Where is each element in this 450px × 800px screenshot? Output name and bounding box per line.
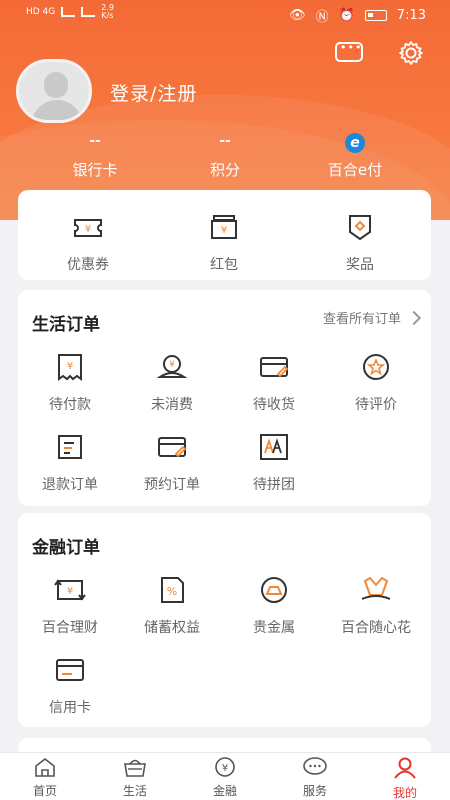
eye-icon: 👁 — [289, 8, 306, 23]
finance-savings[interactable]: % 储蓄权益 — [122, 575, 222, 637]
stat-value: -- — [219, 133, 231, 149]
coupon-label: 优惠券 — [67, 257, 109, 273]
tab-finance[interactable]: ¥ 金融 — [185, 757, 265, 799]
svg-text:%: % — [167, 585, 177, 598]
reservation-icon — [158, 437, 187, 458]
order-pending-payment[interactable]: ¥ 待付款 — [20, 352, 120, 414]
finance-wealth-management[interactable]: ¥ 百合理财 — [20, 575, 120, 637]
avatar[interactable] — [16, 59, 92, 123]
pending-review-icon — [363, 354, 389, 380]
order-pending-review[interactable]: 待评价 — [326, 352, 426, 414]
stat-value: -- — [89, 133, 101, 149]
hd-signal-icon: HD 4G — [26, 7, 56, 17]
wealth-management-icon: ¥ — [54, 579, 86, 601]
order-unused[interactable]: ¥ 未消费 — [122, 352, 222, 414]
quick-actions-card: ¥ 优惠券 ¥ 红包 奖品 — [18, 190, 431, 280]
stat-label: 银行卡 — [72, 161, 118, 179]
svg-text:¥: ¥ — [67, 361, 73, 372]
savings-icon: % — [161, 577, 184, 603]
signal-icon — [61, 7, 76, 17]
red-packet-button[interactable]: ¥ 红包 — [174, 212, 274, 274]
life-basket-icon — [124, 759, 146, 777]
epay-icon: e — [345, 133, 365, 153]
service-chat-icon — [303, 757, 327, 775]
status-bar: HD 4G 2.9 K/s 👁 Ⓝ ⏰ 7:13 — [0, 0, 450, 28]
order-group-buy[interactable]: 待拼团 — [224, 432, 324, 494]
login-register-link[interactable]: 登录/注册 — [110, 79, 197, 106]
clock: 7:13 — [396, 8, 426, 23]
profile-icon — [394, 757, 416, 779]
stat-points[interactable]: -- 积分 — [150, 133, 300, 180]
coupon-button[interactable]: ¥ 优惠券 — [38, 212, 138, 274]
finance-icon: ¥ — [215, 757, 235, 777]
home-icon — [35, 757, 55, 777]
nfc-icon: Ⓝ — [315, 10, 329, 25]
pending-payment-icon: ¥ — [58, 354, 82, 381]
pending-receipt-icon — [260, 357, 289, 378]
finance-precious-metal[interactable]: 贵金属 — [224, 575, 324, 637]
tab-service[interactable]: 服务 — [275, 757, 355, 799]
svg-text:¥: ¥ — [169, 360, 175, 370]
tab-life[interactable]: 生活 — [95, 757, 175, 799]
order-pending-receipt[interactable]: 待收货 — [224, 352, 324, 414]
view-all-orders-link[interactable]: 查看所有订单 — [323, 308, 422, 327]
finance-orders-card: 金融订单 ¥ 百合理财 % 储蓄权益 贵金属 百合随心花 信用卡 — [18, 513, 431, 727]
life-orders-card: 生活订单 查看所有订单 ¥ 待付款 ¥ 未消费 待收货 待评价 退款订单 预约订… — [18, 290, 431, 506]
prize-button[interactable]: 奖品 — [310, 212, 410, 274]
group-buy-icon — [260, 434, 288, 460]
signal-icon — [81, 7, 96, 17]
credit-flower-icon — [361, 576, 391, 600]
profile-header: HD 4G 2.9 K/s 👁 Ⓝ ⏰ 7:13 登录/注册 -- 银行卡 --… — [0, 0, 450, 220]
stat-label: 百合e付 — [327, 161, 383, 179]
svg-text:¥: ¥ — [67, 586, 73, 597]
stat-epay[interactable]: e 百合e付 — [280, 133, 430, 180]
credit-card-icon — [56, 659, 84, 681]
alarm-icon: ⏰ — [338, 8, 355, 23]
section-title: 生活订单 — [32, 315, 100, 335]
finance-credit-card[interactable]: 信用卡 — [20, 655, 120, 717]
prize-icon — [349, 215, 371, 241]
order-refund[interactable]: 退款订单 — [20, 432, 120, 494]
order-reservation[interactable]: 预约订单 — [122, 432, 222, 494]
precious-metal-icon — [261, 577, 287, 603]
bottom-tab-bar: 首页 生活 ¥ 金融 服务 我的 — [0, 752, 450, 800]
gear-icon[interactable] — [398, 40, 424, 66]
svg-text:¥: ¥ — [222, 763, 228, 774]
refund-icon — [58, 435, 82, 459]
chevron-right-icon — [406, 310, 422, 325]
battery-icon — [364, 10, 387, 21]
red-packet-label: 红包 — [210, 257, 238, 273]
prize-label: 奖品 — [346, 257, 374, 273]
coupon-icon: ¥ — [74, 219, 102, 237]
message-icon[interactable] — [335, 41, 363, 62]
tab-home[interactable]: 首页 — [5, 757, 85, 799]
tab-mine[interactable]: 我的 — [365, 757, 445, 800]
finance-credit-flower[interactable]: 百合随心花 — [326, 575, 426, 637]
svg-text:¥: ¥ — [85, 224, 91, 235]
network-speed: 2.9 K/s — [101, 3, 114, 20]
svg-text:¥: ¥ — [221, 225, 227, 236]
stat-label: 积分 — [209, 161, 240, 179]
unused-icon: ¥ — [156, 355, 188, 378]
red-packet-icon: ¥ — [211, 215, 237, 239]
stat-bank-card[interactable]: -- 银行卡 — [20, 133, 170, 180]
section-title: 金融订单 — [32, 538, 100, 558]
